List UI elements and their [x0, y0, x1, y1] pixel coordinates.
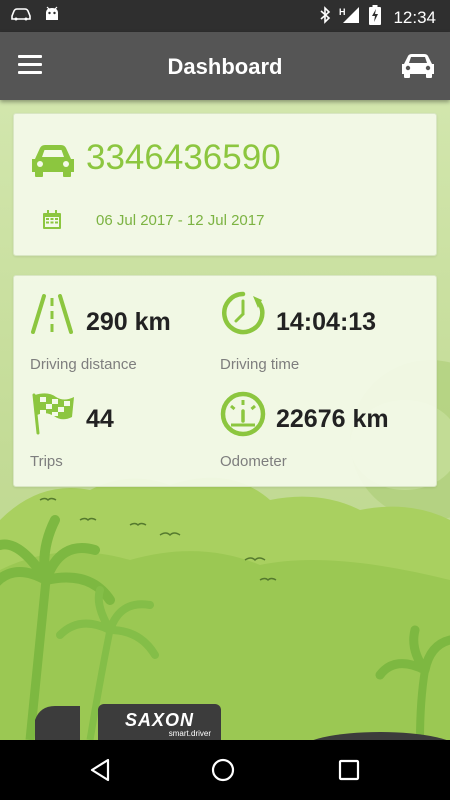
stat-value: 290 km	[86, 308, 171, 336]
stat-label: Driving distance	[30, 356, 137, 373]
bluetooth-icon	[319, 6, 331, 29]
brand-name: SAXON	[124, 710, 194, 730]
status-bar: H 12:34	[0, 0, 450, 32]
stat-value: 22676 km	[276, 405, 389, 433]
stat-value: 44	[86, 405, 114, 433]
home-icon[interactable]	[208, 755, 242, 785]
clock-icon	[220, 290, 266, 341]
stat-trips: 44 Trips	[30, 391, 230, 481]
app-bar: Dashboard	[0, 32, 450, 100]
stat-label: Driving time	[220, 356, 300, 373]
battery-charging-icon	[369, 5, 382, 30]
vehicle-card[interactable]: 3346436590 06 Jul 2017 - 12 Jul 2017	[13, 113, 437, 256]
road-icon	[30, 294, 74, 339]
stat-label: Odometer	[220, 453, 287, 470]
svg-text:H: H	[339, 7, 346, 17]
vehicle-icon	[30, 142, 76, 183]
stat-odometer: 22676 km Odometer	[220, 391, 420, 481]
car-notification-icon	[10, 7, 32, 26]
checkered-flag-icon	[30, 391, 76, 440]
stat-driving-time: 14:04:13 Driving time	[220, 290, 420, 380]
vehicle-number: 3346436590	[86, 138, 281, 177]
stat-value: 14:04:13	[276, 308, 377, 336]
car-icon[interactable]	[400, 50, 436, 82]
recents-icon[interactable]	[334, 755, 368, 785]
date-range[interactable]: 06 Jul 2017 - 12 Jul 2017	[96, 212, 264, 229]
stat-driving-distance: 290 km Driving distance	[30, 294, 230, 384]
status-time: 12:34	[393, 7, 436, 27]
speedometer-icon	[220, 391, 266, 442]
android-icon	[44, 6, 60, 27]
back-icon[interactable]	[86, 755, 120, 785]
saxon-logo: SAXON smart.driver	[98, 704, 221, 740]
stat-label: Trips	[30, 453, 63, 470]
signal-icon: H	[339, 6, 361, 29]
page-title: Dashboard	[167, 54, 283, 79]
stats-card: 290 km Driving distance 14:04:13 Driving…	[13, 275, 437, 487]
system-nav-bar	[0, 740, 450, 800]
calendar-icon[interactable]	[42, 210, 62, 235]
